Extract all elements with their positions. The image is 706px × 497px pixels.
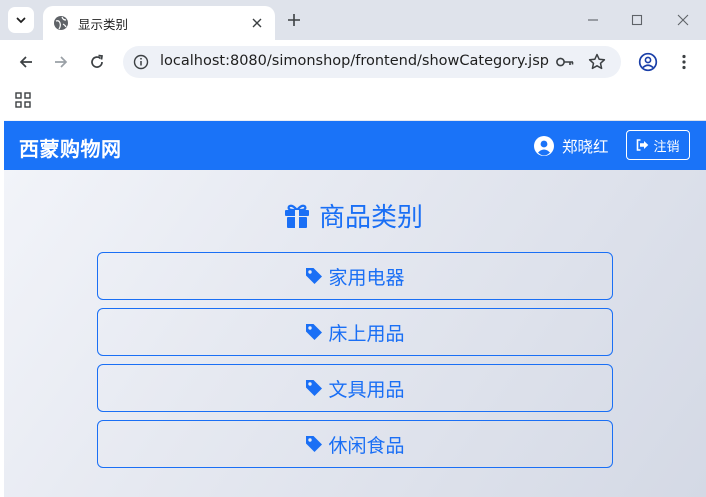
gift-icon: [283, 202, 311, 230]
category-button[interactable]: 床上用品: [97, 308, 613, 356]
category-button[interactable]: 家用电器: [97, 252, 613, 300]
minimize-button[interactable]: [582, 9, 604, 31]
close-icon: [677, 14, 689, 26]
tab-title: 显示类别: [78, 16, 129, 32]
more-vertical-icon: [682, 54, 686, 70]
category-label: 休闲食品: [328, 434, 405, 457]
user-info: 郑晓红: [534, 135, 609, 157]
profile-button[interactable]: [638, 52, 658, 72]
close-icon[interactable]: [249, 15, 265, 31]
tab-search-button[interactable]: [8, 7, 34, 33]
browser-toolbar: localhost:8080/simonshop/frontend/showCa…: [0, 40, 706, 84]
arrow-left-icon: [19, 56, 32, 68]
sign-out-icon: [636, 139, 649, 151]
category-label: 床上用品: [328, 322, 405, 345]
maximize-button[interactable]: [626, 9, 648, 31]
category-label: 家用电器: [328, 266, 405, 289]
account-circle-icon: [638, 52, 658, 72]
site-brand[interactable]: 西蒙购物网: [19, 133, 122, 162]
logout-label: 注销: [653, 139, 680, 155]
apps-grid-icon[interactable]: [15, 92, 31, 108]
category-button[interactable]: 休闲食品: [97, 420, 613, 468]
category-label: 文具用品: [328, 378, 405, 401]
address-bar[interactable]: localhost:8080/simonshop/frontend/showCa…: [123, 46, 621, 78]
tag-icon: [305, 267, 323, 285]
new-tab-button[interactable]: [284, 10, 304, 30]
star-icon[interactable]: [587, 52, 607, 72]
maximize-icon: [631, 14, 643, 26]
browser-menu-button[interactable]: [676, 52, 692, 72]
page-content: 西蒙购物网 郑晓红 注销 商品类别 家用电器 床上用品 文具用品 休闲食品: [0, 120, 706, 497]
url-text[interactable]: localhost:8080/simonshop/frontend/showCa…: [160, 53, 549, 69]
arrow-right-icon: [55, 56, 68, 68]
page-left-edge: [0, 120, 4, 497]
logout-button[interactable]: 注销: [626, 130, 690, 160]
user-circle-icon: [534, 136, 554, 156]
info-icon[interactable]: [133, 54, 149, 70]
globe-icon: [53, 15, 69, 31]
category-list: 家用电器 床上用品 文具用品 休闲食品: [97, 252, 613, 476]
site-navbar: 西蒙购物网 郑晓红 注销: [4, 121, 706, 170]
reload-icon: [91, 54, 103, 68]
tag-icon: [305, 379, 323, 397]
reload-button[interactable]: [87, 52, 107, 72]
key-icon[interactable]: [555, 53, 575, 71]
bookmarks-bar: [0, 84, 706, 120]
category-button[interactable]: 文具用品: [97, 364, 613, 412]
page-title-text: 商品类别: [318, 203, 423, 233]
forward-button[interactable]: [51, 52, 71, 72]
tag-icon: [305, 323, 323, 341]
browser-tab[interactable]: 显示类别: [43, 6, 275, 40]
back-button[interactable]: [16, 52, 36, 72]
tag-icon: [305, 435, 323, 453]
chevron-down-icon: [16, 17, 26, 24]
tab-strip: 显示类别: [0, 0, 706, 40]
window-close-button[interactable]: [672, 9, 694, 31]
page-title: 商品类别: [0, 197, 706, 234]
plus-icon: [288, 14, 300, 26]
minimize-icon: [588, 19, 598, 21]
user-name: 郑晓红: [562, 138, 609, 156]
